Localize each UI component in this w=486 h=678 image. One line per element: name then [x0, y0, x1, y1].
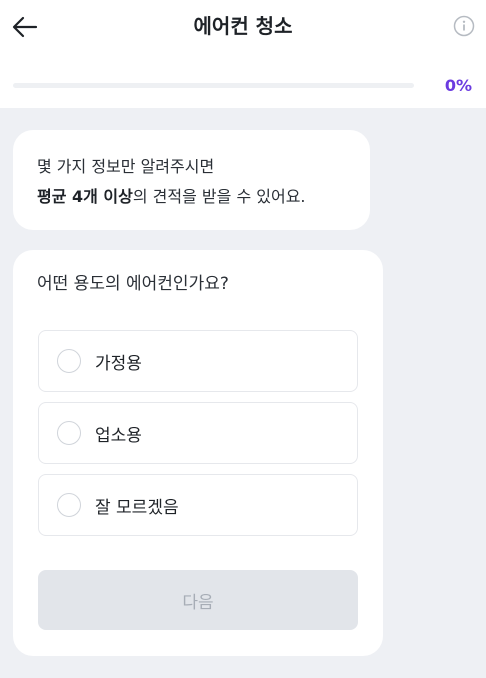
- top-bar: 에어컨 청소 0%: [0, 0, 486, 108]
- main-content: 몇 가지 정보만 알려주시면 평균 4개 이상의 견적을 받을 수 있어요. 어…: [0, 108, 486, 678]
- intro-line-2: 평균 4개 이상의 견적을 받을 수 있어요.: [37, 182, 346, 212]
- option-label: 업소용: [95, 425, 142, 446]
- radio-circle-icon[interactable]: [57, 421, 81, 445]
- intro-highlight: 평균 4개 이상: [37, 187, 133, 206]
- option-label: 가정용: [95, 353, 142, 374]
- question-text: 어떤 용도의 에어컨인가요?: [37, 274, 229, 294]
- page-title: 에어컨 청소: [193, 14, 293, 38]
- option-business[interactable]: 업소용: [38, 402, 358, 464]
- info-button[interactable]: [452, 14, 476, 38]
- progress-bar: [13, 83, 414, 88]
- next-button[interactable]: 다음: [38, 570, 358, 630]
- intro-line-1: 몇 가지 정보만 알려주시면: [37, 157, 215, 176]
- intro-message: 몇 가지 정보만 알려주시면 평균 4개 이상의 견적을 받을 수 있어요.: [13, 130, 370, 230]
- intro-line-2-rest: 의 견적을 받을 수 있어요.: [132, 187, 306, 206]
- question-card: 어떤 용도의 에어컨인가요? 가정용 업소용 잘 모르겠음 다음: [13, 250, 383, 656]
- option-label: 잘 모르겠음: [95, 497, 179, 518]
- option-unsure[interactable]: 잘 모르겠음: [38, 474, 358, 536]
- info-circle-icon: [453, 15, 475, 37]
- radio-circle-icon[interactable]: [57, 493, 81, 517]
- radio-circle-icon[interactable]: [57, 349, 81, 373]
- progress-percent: 0%: [444, 76, 472, 95]
- option-home[interactable]: 가정용: [38, 330, 358, 392]
